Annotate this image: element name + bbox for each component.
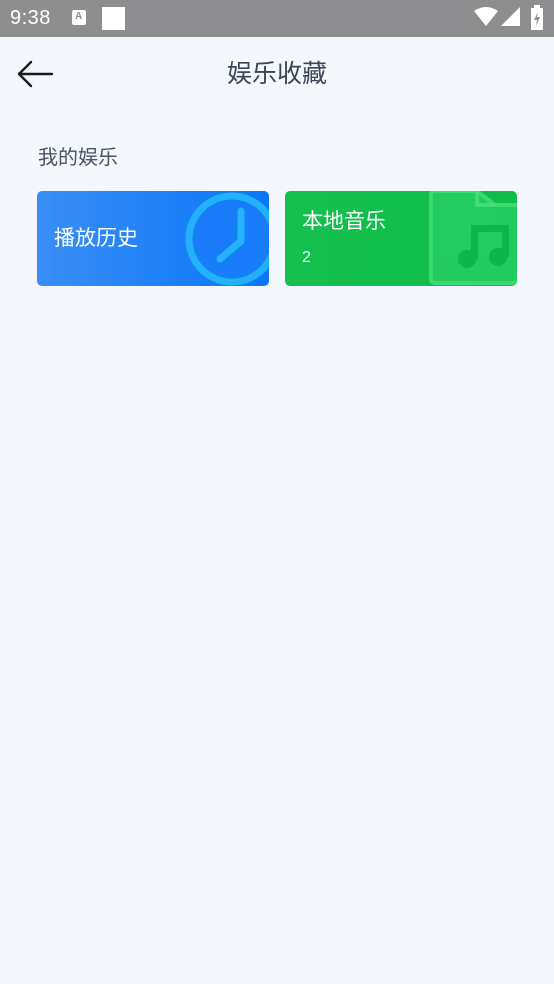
status-bar: 9:38 A — [0, 0, 554, 37]
text-app-icon-letter: A — [75, 11, 83, 22]
clock-icon — [185, 192, 269, 286]
local-music-label: 本地音乐 — [302, 209, 386, 233]
music-folder-icon — [429, 191, 517, 285]
page-title: 娱乐收藏 — [226, 59, 327, 88]
play-history-card[interactable]: 播放历史 — [37, 191, 269, 286]
header: 娱乐收藏 — [0, 37, 554, 111]
wifi-icon — [474, 7, 498, 26]
battery-icon — [531, 5, 543, 30]
play-history-label: 播放历史 — [54, 226, 138, 250]
text-app-icon: A — [72, 10, 86, 25]
local-music-card[interactable]: 本地音乐 2 — [285, 191, 517, 286]
status-time: 9:38 — [10, 7, 51, 29]
notification-square-icon — [102, 7, 125, 30]
signal-icon — [501, 7, 520, 26]
local-music-count: 2 — [302, 249, 311, 266]
section-title: 我的娱乐 — [38, 145, 118, 169]
